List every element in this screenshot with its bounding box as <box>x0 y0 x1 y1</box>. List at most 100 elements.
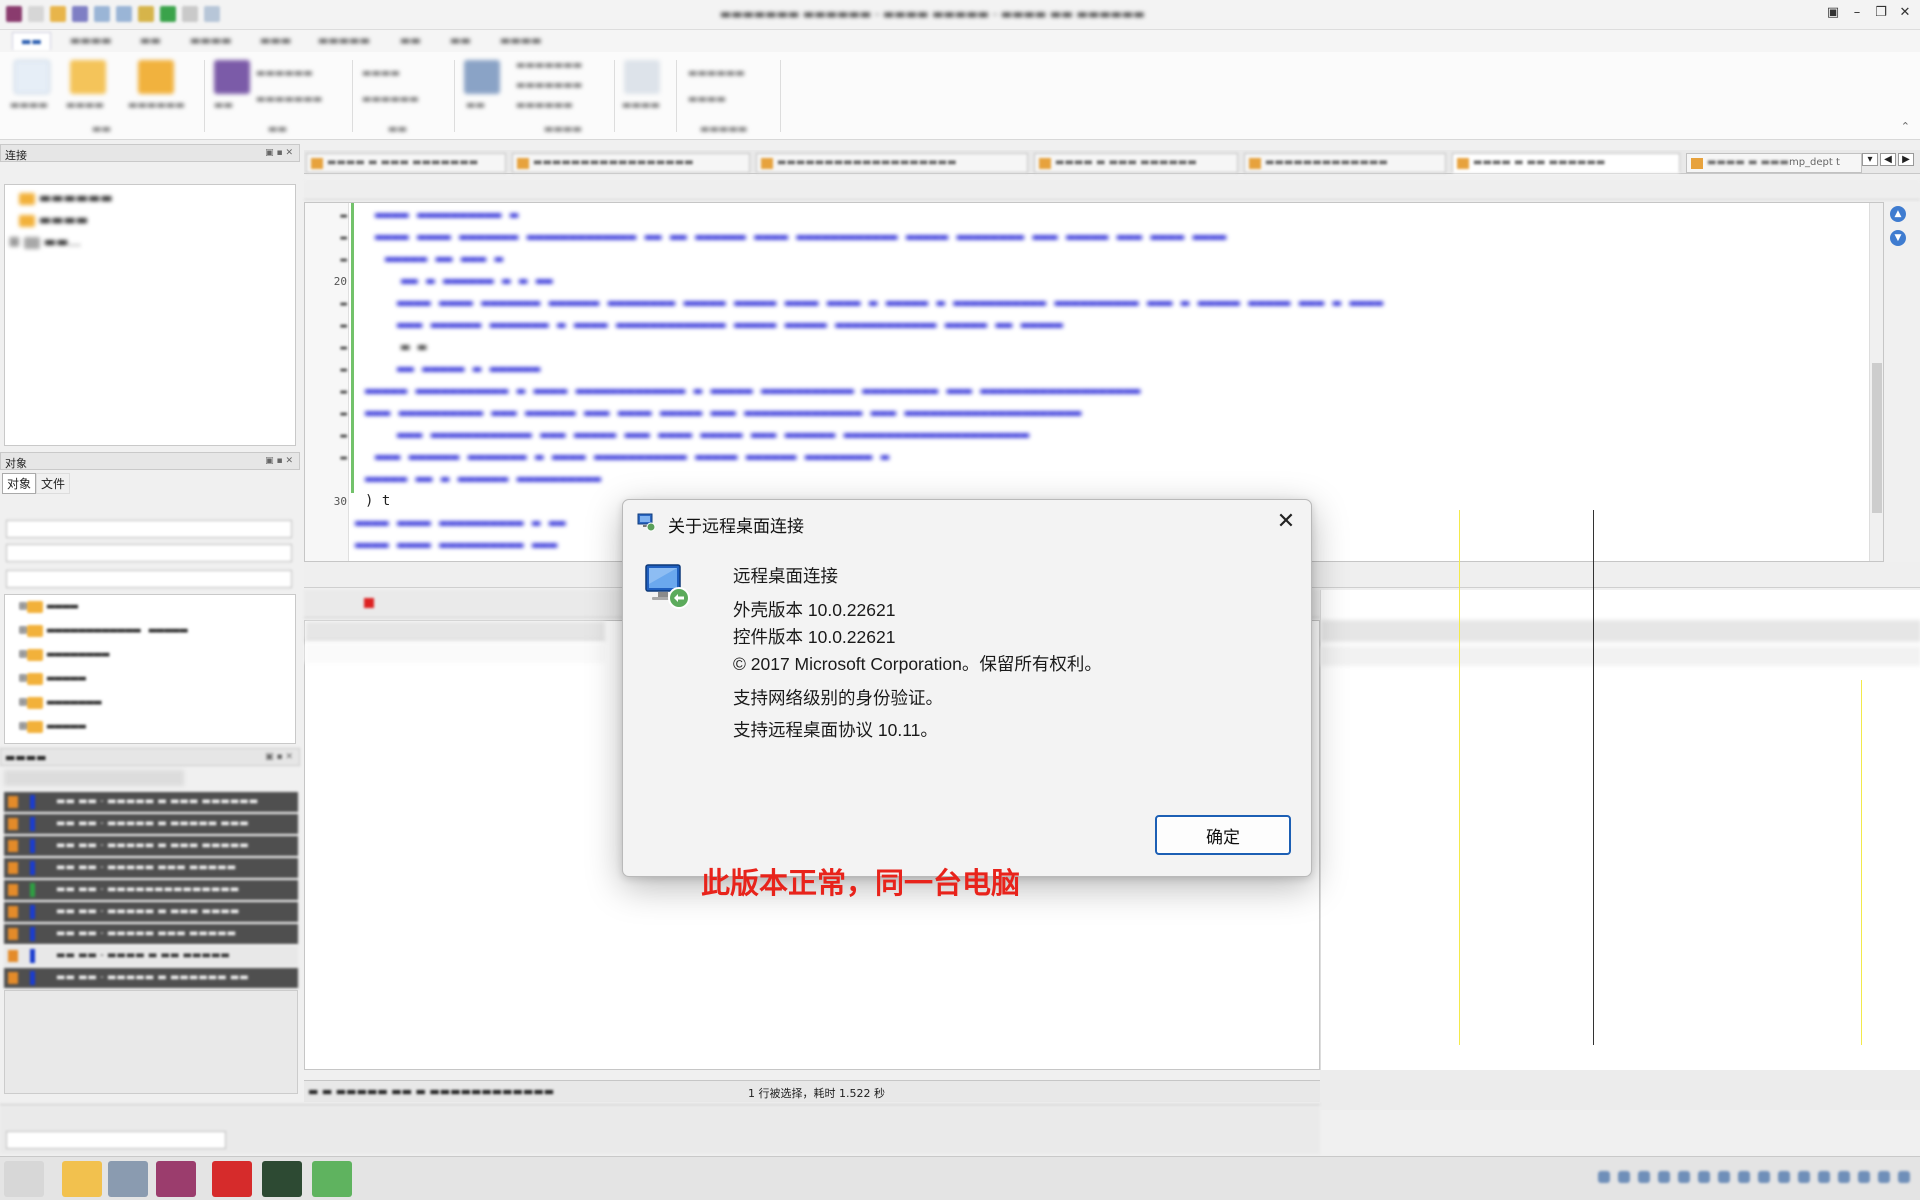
tab-files[interactable]: 文件 <box>36 473 71 494</box>
shell-version-text: 外壳版本 10.0.22621 <box>733 600 896 620</box>
ribbon-tab-home[interactable]: ▬▬ <box>12 32 51 50</box>
panel-pin-icon[interactable]: ▣ ▪ ✕ <box>265 752 293 762</box>
new-query-button[interactable] <box>14 60 50 94</box>
stop-query-icon[interactable] <box>364 598 374 608</box>
list-item[interactable]: ⊞ ▬▬▬▬ <box>19 599 78 614</box>
tree-item[interactable]: ▬▬▬▬ <box>19 213 88 228</box>
editor-subtabs[interactable] <box>304 180 1920 200</box>
tree-item[interactable]: ⊞ ▬▬... <box>9 235 81 250</box>
history-row[interactable]: ▬▬ ▬▬ - ▬▬▬▬▬▬▬▬▬▬▬▬▬▬ <box>4 880 298 900</box>
nav-down-icon[interactable]: ▼ <box>1890 230 1906 246</box>
list-item[interactable]: ⊞ ▬▬▬▬▬▬▬▬ <box>19 647 109 662</box>
undo-icon[interactable] <box>94 6 110 22</box>
editor-vertical-scrollbar[interactable] <box>1869 203 1883 561</box>
preferences-button[interactable] <box>624 60 660 94</box>
open-icon[interactable] <box>50 6 66 22</box>
editor-tab[interactable]: ▬▬▬▬ ▬ ▬▬▬ mp_dept t <box>1686 153 1862 173</box>
history-row[interactable]: ▬▬ ▬▬ - ▬▬▬▬▬ ▬ ▬▬▬ ▬▬▬▬▬▬ <box>4 792 298 812</box>
save-icon[interactable] <box>72 6 88 22</box>
scroll-thumb[interactable] <box>1872 363 1882 513</box>
ribbon-tab-3[interactable]: ▬▬ <box>140 34 161 47</box>
list-item[interactable]: ⊞ ▬▬▬▬▬ <box>19 671 86 686</box>
stop-icon[interactable] <box>182 6 198 22</box>
editor-tab[interactable]: ▬▬▬▬▬▬▬▬▬▬▬▬▬▬▬▬▬▬▬ <box>756 153 1028 173</box>
taskbar-red-app-icon[interactable] <box>212 1161 252 1197</box>
tab-objects[interactable]: 对象 <box>2 473 37 494</box>
ribbon-tab-5[interactable]: ▬▬▬ <box>260 34 291 47</box>
open-file-button[interactable] <box>70 60 106 94</box>
type-select[interactable] <box>6 544 292 562</box>
history-row[interactable]: ▬▬ ▬▬ - ▬▬▬▬ ▬ ▬▬ ▬▬▬▬▬ <box>4 946 298 966</box>
ribbon-tab-4[interactable]: ▬▬▬▬ <box>190 34 232 47</box>
history-row[interactable]: ▬▬ ▬▬ - ▬▬▬▬▬ ▬ ▬▬▬ ▬▬▬▬▬ <box>4 836 298 856</box>
editor-tab[interactable]: ▬▬▬▬ ▬ ▬▬▬ ▬▬▬▬▬▬▬ <box>306 153 506 173</box>
history-row[interactable]: ▬▬ ▬▬ - ▬▬▬▬▬ ▬▬▬ ▬▬▬▬▬ <box>4 858 298 878</box>
tab-left-icon[interactable]: ◀ <box>1880 153 1896 166</box>
redo-icon[interactable] <box>116 6 132 22</box>
window-titlebar: ▬▬▬▬▬▬▬ ▬▬▬▬▬▬ - ▬▬▬▬ ▬▬▬▬▬ - ▬▬▬▬ ▬▬ ▬▬… <box>0 0 1920 30</box>
tree-item[interactable]: ▬▬▬▬▬▬ <box>19 191 113 206</box>
table-row[interactable] <box>1321 646 1920 666</box>
history-tabs[interactable] <box>4 770 184 786</box>
restore-small-icon[interactable]: ▣ <box>1826 5 1840 20</box>
objects-toolbar[interactable] <box>8 498 278 512</box>
list-item[interactable]: ⊞ ▬▬▬▬▬▬▬▬▬▬▬▬ ▬▬▬▬▬ <box>19 623 188 638</box>
print-button[interactable] <box>464 60 500 94</box>
tab-menu-icon[interactable]: ▾ <box>1862 153 1878 166</box>
history-row[interactable]: ▬▬ ▬▬ - ▬▬▬▬▬ ▬▬▬ ▬▬▬▬▬ <box>4 924 298 944</box>
list-item[interactable]: ⊞ ▬▬▬▬▬ <box>19 719 86 734</box>
taskbar-terminal-icon[interactable] <box>262 1161 302 1197</box>
taskbar-explorer-icon[interactable] <box>62 1161 102 1197</box>
output-filter-input[interactable] <box>6 1131 226 1149</box>
ribbon-tab-8[interactable]: ▬▬ <box>450 34 471 47</box>
taskbar-app-icon[interactable] <box>108 1161 148 1197</box>
app-logo-icon <box>6 6 22 22</box>
taskbar-plsql-icon[interactable] <box>156 1161 196 1197</box>
minimize-icon[interactable]: – <box>1850 5 1864 20</box>
save-as-label: ▬▬▬▬▬▬ <box>256 68 313 79</box>
ribbon-tab-2[interactable]: ▬▬▬▬ <box>70 34 112 47</box>
folder-icon <box>19 192 35 205</box>
history-row[interactable]: ▬▬ ▬▬ - ▬▬▬▬▬ ▬ ▬▬▬▬▬ ▬▬▬ <box>4 814 298 834</box>
nav-up-icon[interactable]: ▲ <box>1890 206 1906 222</box>
editor-tab[interactable]: ▬▬▬▬▬▬▬▬▬▬▬▬▬ <box>1244 153 1446 173</box>
ribbon-tab-7[interactable]: ▬▬ <box>400 34 421 47</box>
folder-icon <box>26 648 43 661</box>
editor-tab[interactable]: ▬▬▬▬▬▬▬▬▬▬▬▬▬▬▬▬▬ <box>512 153 750 173</box>
quick-access-toolbar[interactable] <box>6 6 220 22</box>
history-row[interactable]: ▬▬ ▬▬ - ▬▬▬▬▬ ▬ ▬▬▬▬▬▬ ▬▬ <box>4 968 298 988</box>
new-icon[interactable] <box>28 6 44 22</box>
taskbar-green-app-icon[interactable] <box>312 1161 352 1197</box>
panel-pin-icon[interactable]: ▣ ▪ ✕ <box>265 148 293 158</box>
editor-tab[interactable]: ▬▬▬▬ ▬ ▬▬▬ ▬▬▬▬▬▬ <box>1034 153 1238 173</box>
close-window-icon[interactable]: ✕ <box>1898 5 1912 20</box>
save-button[interactable] <box>214 60 250 94</box>
owner-select[interactable] <box>6 520 292 538</box>
system-tray[interactable] <box>1598 1171 1910 1183</box>
connections-toolbar[interactable] <box>8 166 288 180</box>
cut-label: ▬▬▬▬ <box>362 68 400 79</box>
debug-icon[interactable] <box>204 6 220 22</box>
db-icon <box>23 236 40 249</box>
ribbon-collapse-icon[interactable]: ⌃ <box>1901 120 1910 133</box>
taskbar-start-icon[interactable] <box>4 1161 44 1197</box>
reopen-button[interactable] <box>138 60 174 94</box>
close-icon[interactable]: ✕ <box>1269 506 1303 538</box>
history-row[interactable]: ▬▬ ▬▬ - ▬▬▬▬▬ ▬ ▬▬▬ ▬▬▬▬ <box>4 902 298 922</box>
editor-tab-active[interactable]: ▬▬▬▬ ▬ ▬▬ ▬▬▬▬▬▬ <box>1452 153 1680 173</box>
dialog-titlebar[interactable]: 关于远程桌面连接 ✕ <box>623 500 1311 544</box>
line-number: ▬ <box>340 231 347 244</box>
find-icon[interactable] <box>138 6 154 22</box>
panel-pin-icon[interactable]: ▣ ▪ ✕ <box>265 456 293 466</box>
ok-button[interactable]: 确定 <box>1155 815 1291 855</box>
object-filter-input[interactable] <box>6 570 292 588</box>
table-row[interactable] <box>305 643 605 663</box>
list-item[interactable]: ⊞ ▬▬▬▬▬▬▬ <box>19 695 102 710</box>
tab-right-icon[interactable]: ▶ <box>1898 153 1914 166</box>
maximize-icon[interactable]: ❐ <box>1874 5 1888 20</box>
line-number: 20 <box>333 275 347 288</box>
run-icon[interactable] <box>160 6 176 22</box>
objects-tree: ⊞ ▬▬▬▬ ⊞ ▬▬▬▬▬▬▬▬▬▬▬▬ ▬▬▬▬▬ ⊞ ▬▬▬▬▬▬▬▬ ⊞ ▬▬▬… <box>4 594 296 744</box>
ribbon-tab-9[interactable]: ▬▬▬▬ <box>500 34 542 47</box>
ribbon-tab-6[interactable]: ▬▬▬▬▬ <box>318 34 370 47</box>
